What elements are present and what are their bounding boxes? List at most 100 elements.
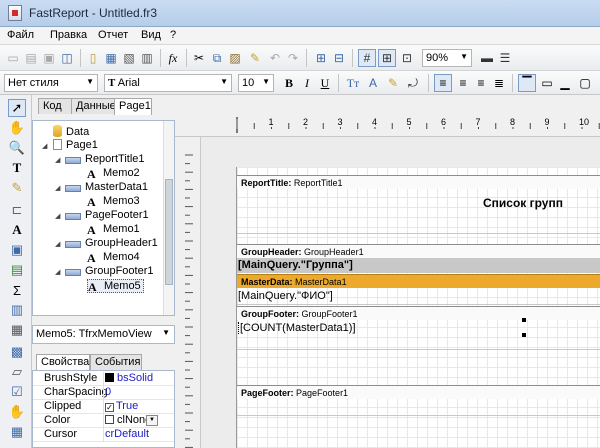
tab-page1[interactable]: Page1 (114, 98, 152, 115)
tab-properties[interactable]: Свойства (36, 354, 90, 371)
tree-node-data[interactable]: Data (53, 125, 89, 139)
resize-handle[interactable] (522, 333, 526, 337)
scrollbar-thumb[interactable] (165, 179, 173, 285)
property-row[interactable]: CharSpacing 0 (33, 386, 174, 400)
paste-icon[interactable]: ▨ (226, 49, 244, 67)
style-combo[interactable]: Нет стиля ▼ (4, 74, 98, 92)
group-icon[interactable]: ⊞ (312, 49, 330, 67)
tab-code[interactable]: Код (38, 98, 72, 114)
tab-events[interactable]: События (90, 354, 142, 370)
bold-button[interactable]: B (280, 74, 298, 92)
memo-fio[interactable]: [MainQuery."ФИО"] (238, 290, 333, 302)
memo-count[interactable]: [COUNT(MasterData1)] (238, 322, 523, 334)
text-tool-icon[interactable]: T (8, 159, 26, 177)
report-page[interactable]: ReportTitle: ReportTitle1 Список групп G… (236, 167, 600, 448)
tab-data[interactable]: Данные (71, 98, 116, 114)
collapse-icon[interactable]: ◢ (55, 156, 60, 164)
band-header-reporttitle[interactable]: ReportTitle: ReportTitle1 (237, 175, 600, 189)
property-row[interactable]: Cursor crDefault (33, 428, 174, 442)
format-copy-tool-icon[interactable]: ✎ (8, 179, 26, 197)
underline-button[interactable]: U (316, 74, 334, 92)
shape-tool-icon[interactable]: ▱ (8, 363, 26, 381)
tree-node-memo5[interactable]: A Memo5 (87, 279, 144, 294)
italic-button[interactable]: I (298, 74, 316, 92)
tree-node-reporttitle1[interactable]: ReportTitle1 (65, 153, 145, 167)
checkbox-tool-icon[interactable]: ☑ (8, 383, 26, 401)
chart-tool-icon[interactable]: ▥ (8, 301, 26, 319)
preview-icon[interactable]: ◫ (58, 49, 76, 67)
tree-node-memo2[interactable]: A Memo2 (87, 167, 140, 181)
zoom-width-icon[interactable]: ☰ (496, 49, 514, 67)
rotate-text-icon[interactable]: ⤾ (404, 74, 422, 92)
collapse-icon[interactable]: ◢ (55, 240, 60, 248)
menu-file[interactable]: Файл (7, 29, 34, 41)
property-row[interactable]: Color clNone ▼ (33, 414, 174, 428)
subreport-tool-icon[interactable]: ▤ (8, 261, 26, 279)
checkbox-icon[interactable]: ✓ (105, 403, 114, 412)
object-selector[interactable]: Memo5: TfrxMemoView ▼ (32, 325, 175, 344)
tree-node-page1[interactable]: Page1 (53, 139, 98, 153)
memo-tool-icon[interactable]: A (8, 221, 26, 239)
menu-view[interactable]: Вид (141, 29, 161, 41)
format-painter-icon[interactable]: ✎ (246, 49, 264, 67)
richtext-tool-icon[interactable]: ✋ (8, 403, 26, 421)
band-header-pagefooter[interactable]: PageFooter: PageFooter1 (237, 385, 600, 399)
delete-page-icon[interactable]: ▧ (120, 49, 138, 67)
memo-group-name[interactable]: [MainQuery."Группа"] (237, 258, 600, 273)
new-dialog-icon[interactable]: ▦ (102, 49, 120, 67)
align-right-icon[interactable]: ≡ (472, 74, 490, 92)
resize-handle[interactable] (522, 318, 526, 322)
font-color-icon[interactable]: A (364, 74, 382, 92)
band-tool-icon[interactable]: ⊏ (8, 201, 26, 219)
fit-to-grid-icon[interactable]: ⊡ (398, 49, 416, 67)
page-settings-icon[interactable]: ▥ (138, 49, 156, 67)
memo-report-title[interactable]: Список групп (483, 196, 563, 210)
undo-icon[interactable]: ↶ (266, 49, 284, 67)
highlight-icon[interactable]: ✎ (384, 74, 402, 92)
barcode-tool-icon[interactable]: ▦ (8, 321, 26, 339)
tree-node-groupfooter1[interactable]: GroupFooter1 (65, 265, 153, 279)
menu-report[interactable]: Отчет (98, 29, 128, 41)
chevron-down-icon[interactable]: ▼ (146, 415, 158, 426)
cross-tab-tool-icon[interactable]: ▩ (8, 343, 26, 361)
align-justify-icon[interactable]: ≣ (490, 74, 508, 92)
save-icon[interactable]: ▣ (40, 49, 58, 67)
tree-node-pagefooter1[interactable]: PageFooter1 (65, 209, 149, 223)
redo-icon[interactable]: ↷ (284, 49, 302, 67)
hand-tool-icon[interactable]: ✋ (8, 119, 26, 137)
more-tools-icon[interactable]: ▦ (8, 423, 26, 441)
frame-icon[interactable]: ▢ (576, 74, 594, 92)
tree-node-memo3[interactable]: A Memo3 (87, 195, 140, 209)
open-icon[interactable]: ▤ (22, 49, 40, 67)
copy-icon[interactable]: ⧉ (208, 49, 226, 67)
collapse-icon[interactable]: ◢ (55, 268, 60, 276)
band-header-masterdata[interactable]: MasterData: MasterData1 (237, 274, 600, 288)
tree-node-memo4[interactable]: A Memo4 (87, 251, 140, 265)
font-settings-icon[interactable]: Tᴛ (344, 74, 362, 92)
picture-tool-icon[interactable]: ▣ (8, 241, 26, 259)
zoom-combo[interactable]: 90% ▼ (422, 49, 472, 67)
variables-icon[interactable]: fx (164, 49, 182, 67)
sysmemo-tool-icon[interactable]: Σ (8, 281, 26, 299)
tree-node-memo1[interactable]: A Memo1 (87, 223, 140, 237)
band-header-groupheader[interactable]: GroupHeader: GroupHeader1 (237, 244, 600, 258)
valign-center-icon[interactable]: ▭ (538, 74, 556, 92)
menu-edit[interactable]: Правка (50, 29, 87, 41)
zoom-page-icon[interactable]: ▬ (478, 49, 496, 67)
zoom-tool-icon[interactable]: 🔍 (8, 139, 26, 157)
new-report-icon[interactable]: ▭ (4, 49, 22, 67)
font-size-combo[interactable]: 10 ▼ (238, 74, 274, 92)
collapse-icon[interactable]: ◢ (55, 184, 60, 192)
property-row[interactable]: BrushStyle bsSolid (33, 372, 174, 386)
tree-node-groupheader1[interactable]: GroupHeader1 (65, 237, 158, 251)
collapse-icon[interactable]: ◢ (55, 212, 60, 220)
tree-node-masterdata1[interactable]: MasterData1 (65, 181, 148, 195)
new-page-icon[interactable]: ▯ (84, 49, 102, 67)
select-tool-icon[interactable]: ➚ (8, 99, 26, 117)
align-left-icon[interactable]: ≡ (434, 74, 452, 92)
align-to-grid-icon[interactable]: ⊞ (378, 49, 396, 67)
ungroup-icon[interactable]: ⊟ (330, 49, 348, 67)
collapse-icon[interactable]: ◢ (42, 142, 47, 150)
tree-scrollbar[interactable] (163, 121, 174, 315)
property-row[interactable]: Clipped ✓ True (33, 400, 174, 414)
